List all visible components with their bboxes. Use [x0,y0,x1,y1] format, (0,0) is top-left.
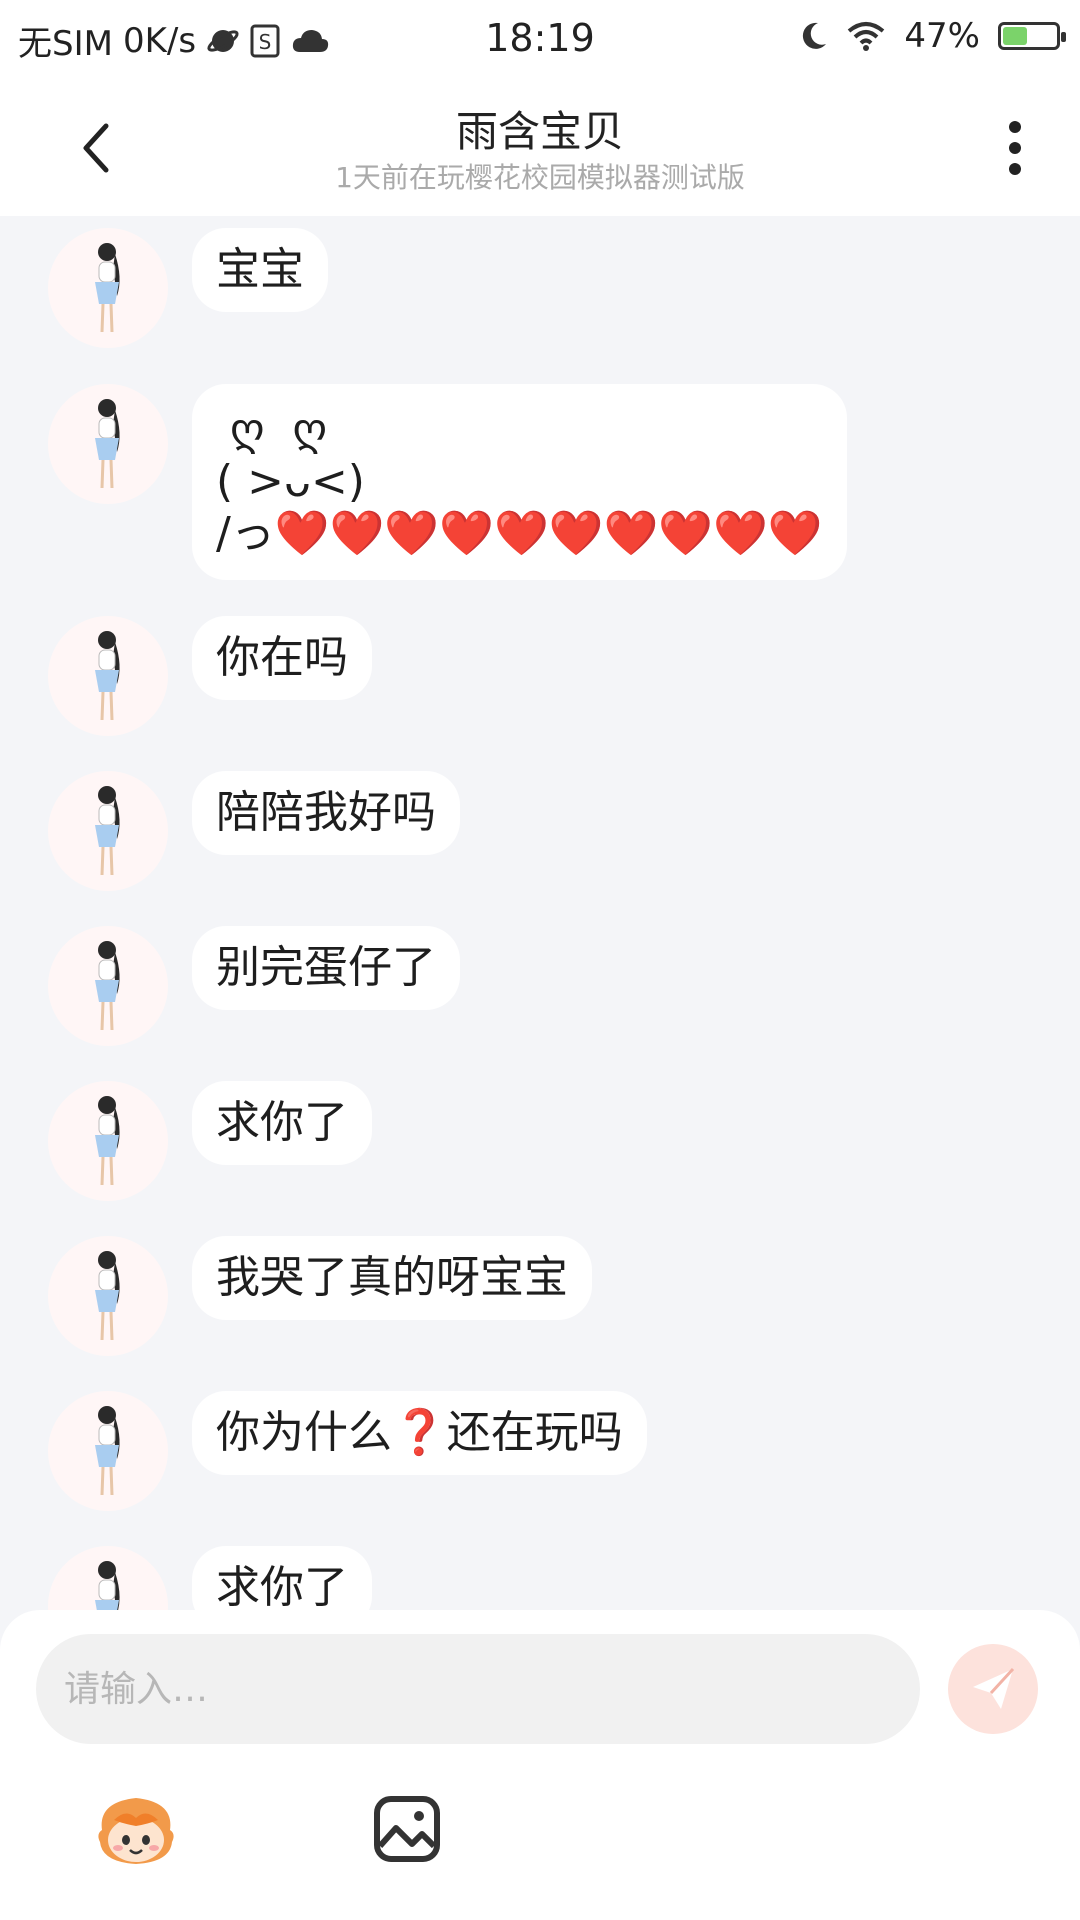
message-bubble[interactable]: 求你了 [192,1546,372,1610]
girl-avatar-icon [95,243,120,333]
moon-icon [798,20,828,52]
status-bar: 无SIM 0K/s S 18:19 47% [0,0,1080,78]
avatar[interactable] [48,1081,168,1201]
girl-avatar-icon [95,399,120,489]
avatar[interactable] [48,228,168,348]
avatar[interactable] [48,1391,168,1511]
message-bubble[interactable]: ღ ღ ( >ᴗ<) /っ❤️❤️❤️❤️❤️❤️❤️❤️❤️❤️ [192,384,847,580]
avatar[interactable] [48,771,168,891]
paper-plane-icon [973,1667,1015,1709]
contact-status: 1天前在玩樱花校园模拟器测试版 [335,161,745,194]
composer [0,1610,1080,1920]
more-button[interactable] [990,108,1040,188]
message-row: ღ ღ ( >ᴗ<) /っ❤️❤️❤️❤️❤️❤️❤️❤️❤️❤️ [48,384,847,580]
battery-icon [998,22,1066,50]
message-bubble[interactable]: 你在吗 [192,616,372,700]
message-bubble[interactable]: 宝宝 [192,228,328,312]
message-row: 我哭了真的呀宝宝 [48,1236,592,1356]
status-right: 47% [798,16,1066,56]
message-input[interactable] [36,1634,920,1744]
message-list[interactable]: 宝宝 ღ ღ ( >ᴗ<) /っ❤️❤️❤️❤️❤️❤️❤️❤️❤️❤️ 你在吗… [0,216,1080,1610]
avatar[interactable] [48,384,168,504]
message-row: 你为什么❓还在玩吗 [48,1391,647,1511]
message-bubble[interactable]: 求你了 [192,1081,372,1165]
message-bubble[interactable]: 别完蛋仔了 [192,926,460,1010]
send-button[interactable] [948,1644,1038,1734]
contact-name: 雨含宝贝 [455,107,624,156]
wifi-icon [846,20,886,52]
message-bubble[interactable]: 你为什么❓还在玩吗 [192,1391,647,1475]
girl-avatar-icon [95,631,120,721]
girl-avatar-icon [95,786,120,876]
image-button[interactable] [372,1794,442,1864]
girl-avatar-icon [95,941,120,1031]
girl-avatar-icon [95,1561,120,1610]
girl-avatar-icon [95,1251,120,1341]
message-row: 求你了 [48,1546,372,1610]
message-row: 你在吗 [48,616,372,736]
battery-percent: 47% [904,16,980,56]
message-row: 陪陪我好吗 [48,771,460,891]
girl-avatar-icon [95,1096,120,1186]
message-row: 宝宝 [48,228,328,348]
message-row: 求你了 [48,1081,372,1201]
image-icon [374,1796,440,1862]
avatar[interactable] [48,926,168,1046]
battery-level [1003,27,1028,45]
emoji-button[interactable] [92,1790,180,1868]
message-bubble[interactable]: 陪陪我好吗 [192,771,460,855]
avatar[interactable] [48,1236,168,1356]
emoji-sticker-icon [98,1798,174,1864]
avatar[interactable] [48,616,168,736]
more-vertical-icon [1009,121,1021,175]
avatar[interactable] [48,1546,168,1610]
message-bubble[interactable]: 我哭了真的呀宝宝 [192,1236,592,1320]
message-row: 别完蛋仔了 [48,926,460,1046]
chat-header: 雨含宝贝 1天前在玩樱花校园模拟器测试版 [0,78,1080,216]
girl-avatar-icon [95,1406,120,1496]
